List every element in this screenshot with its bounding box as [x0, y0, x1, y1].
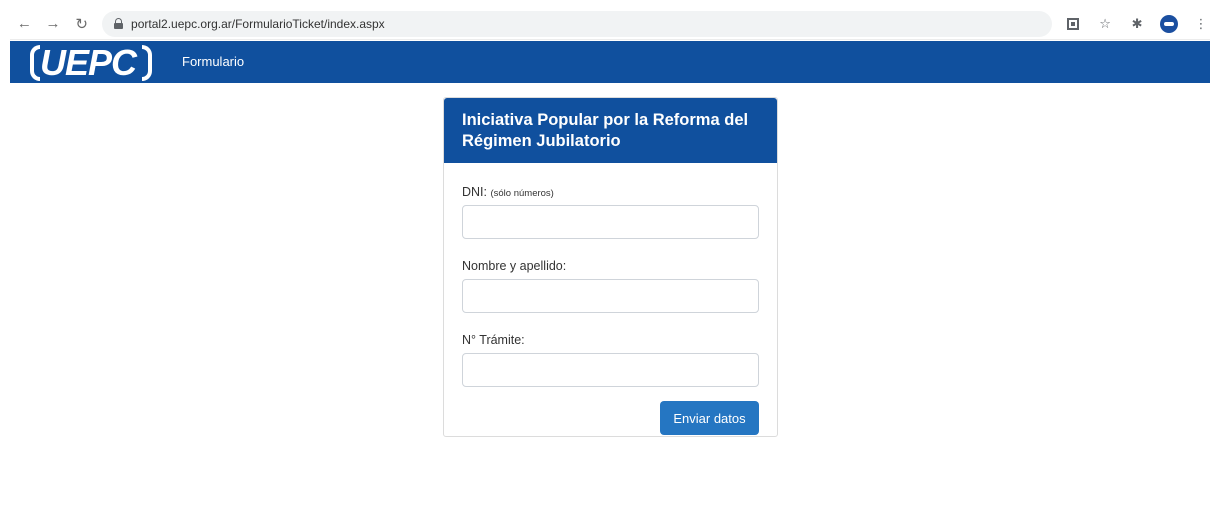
- logo-text: UEPC: [40, 42, 137, 83]
- back-arrow-icon[interactable]: ←: [14, 13, 35, 35]
- browser-toolbar: ← → ↻ portal2.uepc.org.ar/FormularioTick…: [10, 8, 1210, 40]
- dni-label-text: DNI:: [462, 185, 487, 199]
- form-body: DNI: (sólo números) Nombre y apellido: N…: [444, 163, 777, 435]
- dni-input[interactable]: [462, 205, 759, 239]
- bookmark-star-icon[interactable]: ☆: [1096, 15, 1114, 33]
- tramite-label: N° Trámite:: [462, 333, 525, 347]
- forward-arrow-icon[interactable]: →: [43, 13, 64, 35]
- form-card: Iniciativa Popular por la Reforma del Ré…: [443, 97, 778, 437]
- site-navbar: UEPC Formulario: [10, 41, 1210, 83]
- nav-link-formulario[interactable]: Formulario: [182, 54, 244, 69]
- lock-icon: [114, 18, 124, 29]
- name-label: Nombre y apellido:: [462, 259, 567, 273]
- dni-label: DNI: (sólo números): [462, 185, 759, 199]
- browser-actions: ☆ ✱ ⋮: [1064, 14, 1210, 33]
- form-title: Iniciativa Popular por la Reforma del Ré…: [444, 98, 777, 163]
- uepc-logo[interactable]: UEPC: [10, 41, 152, 83]
- form-actions: Enviar datos: [462, 401, 759, 435]
- dni-hint: (sólo números): [490, 188, 554, 199]
- qr-code-icon[interactable]: [1064, 15, 1082, 33]
- url-text: portal2.uepc.org.ar/FormularioTicket/ind…: [131, 16, 385, 31]
- tramite-input[interactable]: [462, 353, 759, 387]
- logo-bracket-right: [142, 45, 152, 81]
- profile-avatar-icon[interactable]: [1160, 14, 1179, 33]
- submit-button[interactable]: Enviar datos: [660, 401, 759, 435]
- logo-bracket-left: [30, 45, 40, 81]
- extensions-puzzle-icon[interactable]: ✱: [1128, 15, 1146, 33]
- reload-icon[interactable]: ↻: [71, 13, 92, 35]
- name-input[interactable]: [462, 279, 759, 313]
- address-bar[interactable]: portal2.uepc.org.ar/FormularioTicket/ind…: [102, 10, 1053, 37]
- more-menu-icon[interactable]: ⋮: [1192, 15, 1210, 33]
